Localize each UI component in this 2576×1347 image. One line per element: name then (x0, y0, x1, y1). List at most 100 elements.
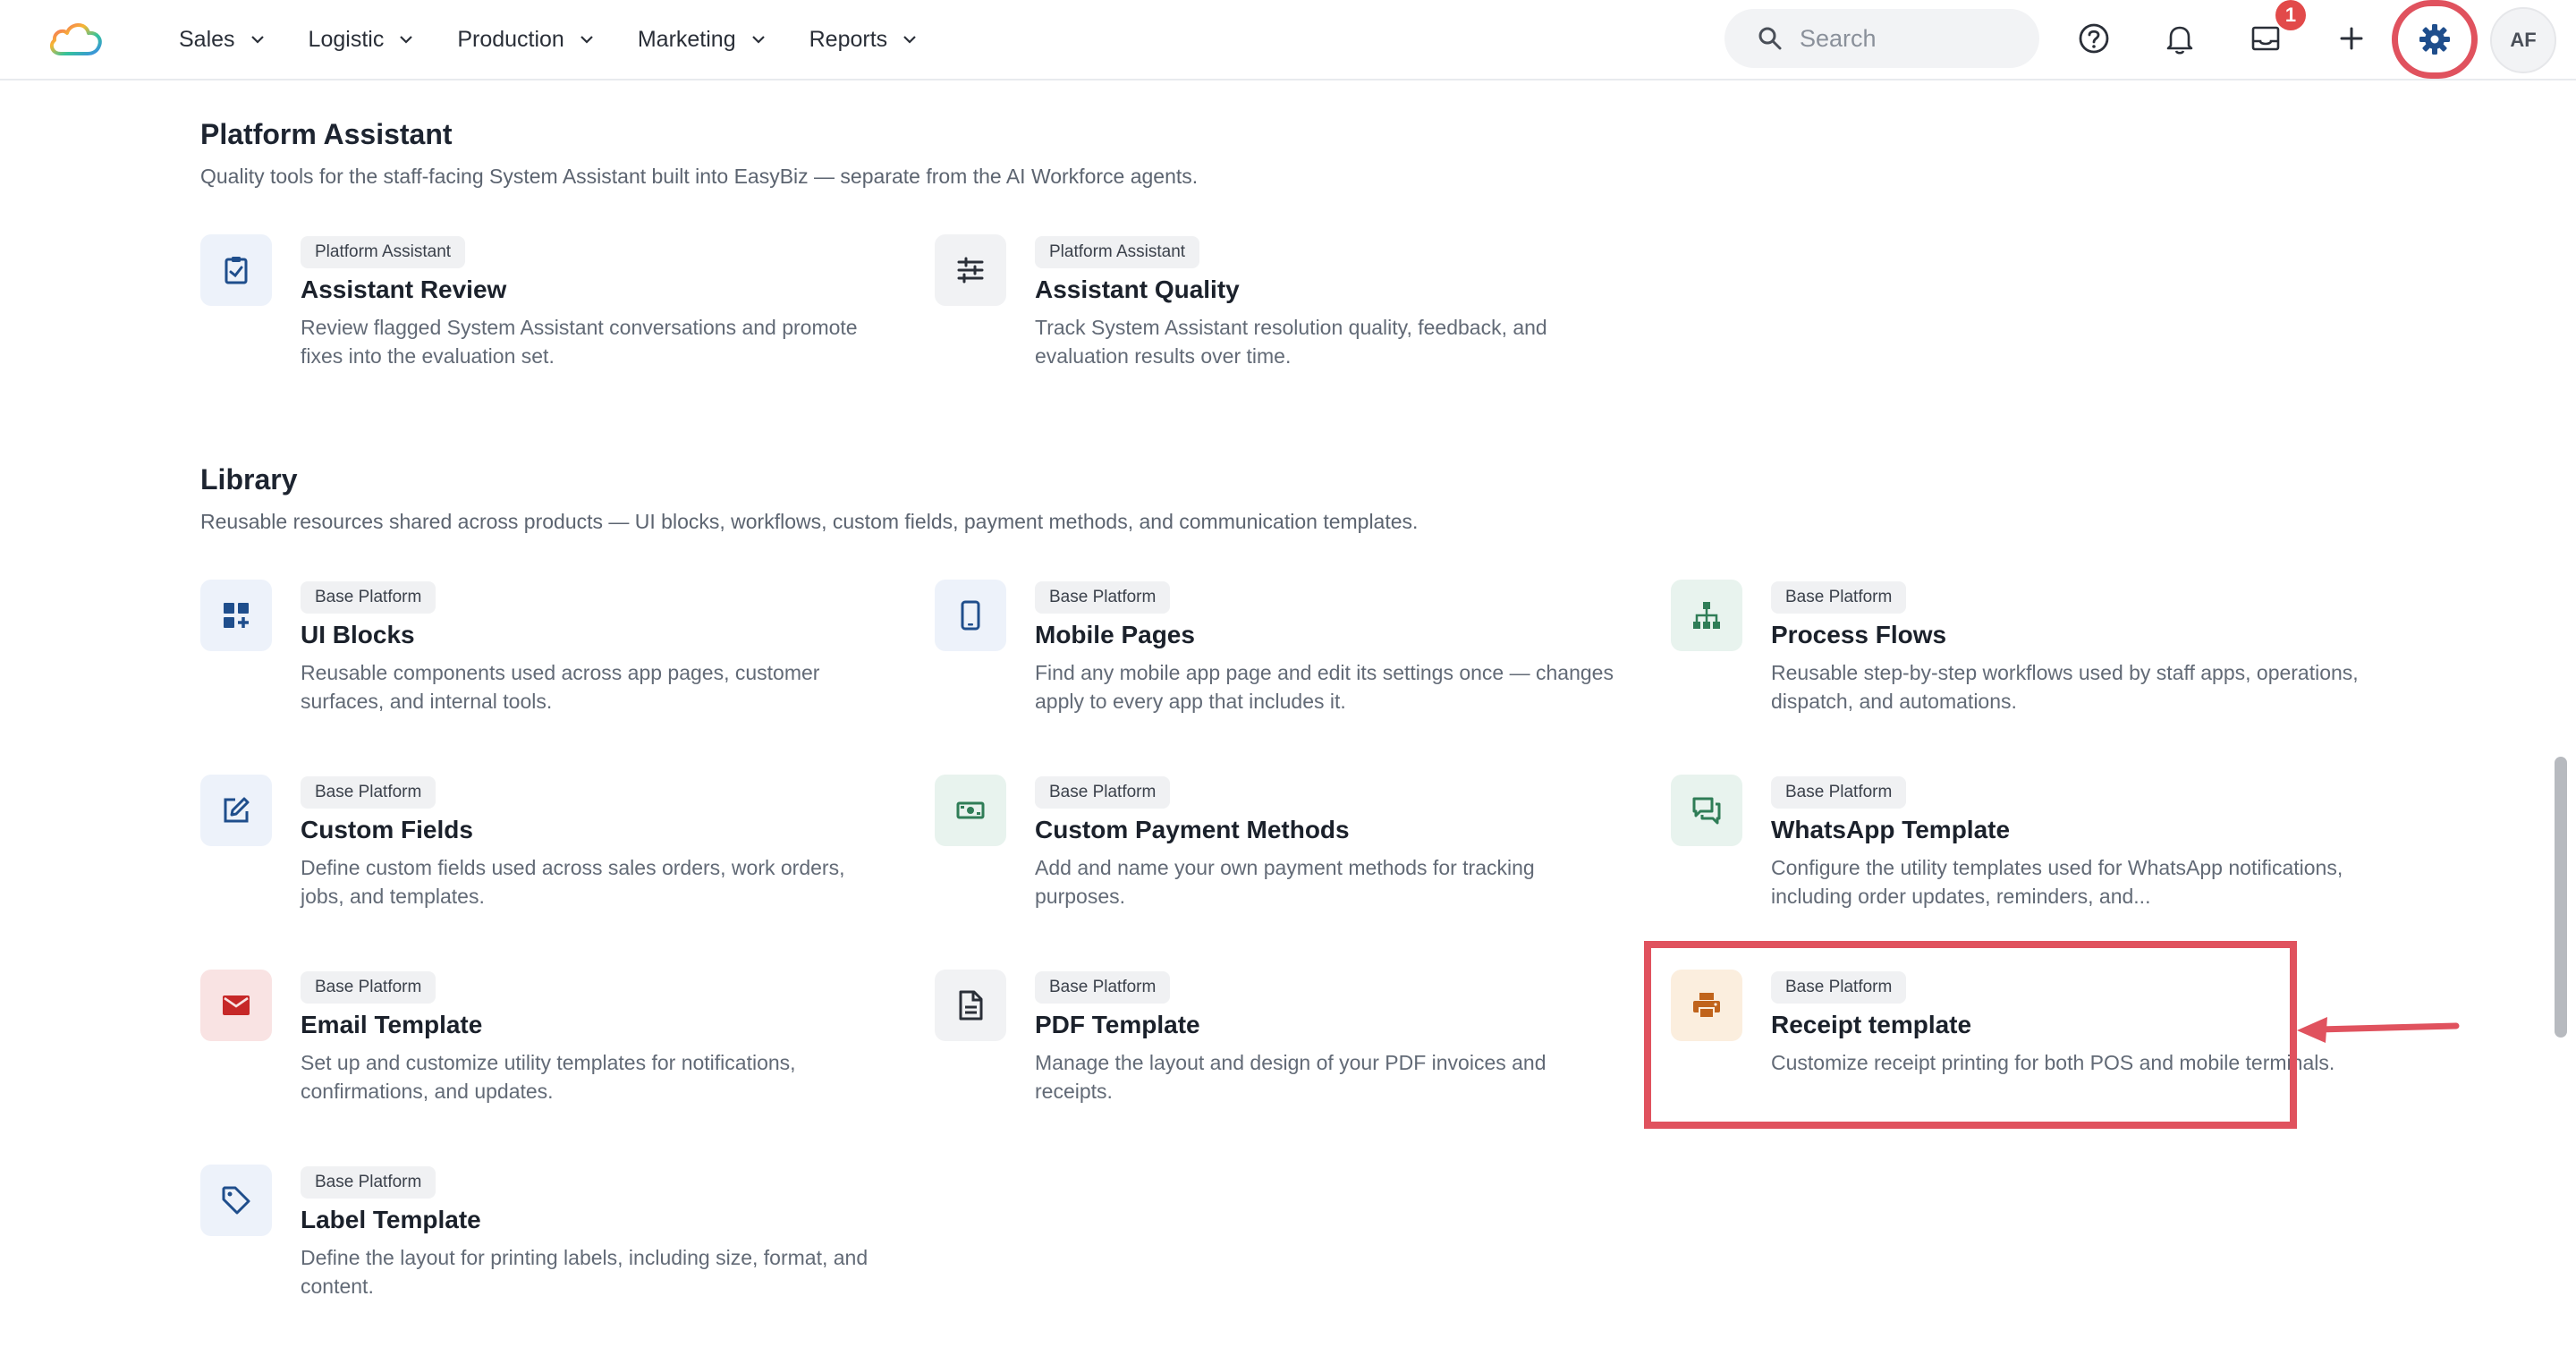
card-icon-tile (200, 775, 272, 846)
card-assistant-quality[interactable]: Platform Assistant Assistant Quality Tra… (935, 234, 1632, 377)
section-title-platform-assistant: Platform Assistant (200, 118, 453, 150)
card-title: Custom Fields (301, 816, 473, 843)
card-title: PDF Template (1035, 1011, 1200, 1038)
card-description: Add and name your own payment methods fo… (1035, 856, 1535, 908)
card-icon-tile (935, 775, 1006, 846)
card-icon-tile (200, 234, 272, 306)
settings-button[interactable] (2392, 0, 2478, 79)
card-description: Manage the layout and design of your PDF… (1035, 1051, 1546, 1103)
nav-sales-label: Sales (179, 26, 235, 52)
nav-production[interactable]: Production (457, 27, 595, 53)
card-description: Define custom fields used across sales o… (301, 856, 845, 908)
card-tag: Platform Assistant (301, 236, 466, 268)
search-box[interactable] (1724, 9, 2039, 68)
card-title: WhatsApp Template (1771, 816, 2011, 843)
nav-reports-label: Reports (809, 26, 888, 52)
chevron-down-icon (580, 36, 593, 44)
card-icon-tile (1671, 580, 1742, 651)
annotation-highlight-box (1644, 941, 2297, 1129)
section-title-library: Library (200, 463, 298, 496)
card-description: Track System Assistant resolution qualit… (1035, 316, 1547, 368)
vertical-scrollbar[interactable] (2555, 757, 2567, 1038)
card-description: Find any mobile app page and edit its se… (1035, 661, 1614, 713)
dashboard-add-icon (224, 603, 249, 628)
nav-marketing[interactable]: Marketing (638, 27, 767, 53)
app-logo[interactable] (47, 16, 106, 61)
search-input[interactable] (1800, 24, 2014, 53)
nav-marketing-label: Marketing (637, 26, 736, 52)
card-icon-tile (935, 970, 1006, 1041)
card-title: Assistant Review (301, 275, 507, 303)
banknote-icon (956, 801, 985, 819)
card-icon-tile (1671, 775, 1742, 846)
notification-count-badge: 1 (2275, 0, 2306, 30)
nav-logistic[interactable]: Logistic (309, 27, 415, 53)
nav-sales[interactable]: Sales (179, 27, 266, 53)
annotation-arrow-icon (2297, 1017, 2460, 1043)
card-tag: Base Platform (301, 1166, 436, 1199)
card-tag: Base Platform (1771, 776, 1907, 809)
card-icon-tile (935, 234, 1006, 306)
card-pdf-template[interactable]: Base Platform PDF Template Manage the la… (935, 970, 1632, 1113)
card-assistant-review[interactable]: Platform Assistant Assistant Review Revi… (200, 234, 898, 377)
card-custom-payment-methods[interactable]: Base Platform Custom Payment Methods Add… (935, 775, 1632, 918)
gear-icon (2419, 24, 2450, 55)
nav-reports[interactable]: Reports (809, 27, 919, 53)
card-process-flows[interactable]: Base Platform Process Flows Reusable ste… (1671, 580, 2368, 723)
help-button[interactable] (2073, 18, 2114, 59)
card-label-template[interactable]: Base Platform Label Template Define the … (200, 1165, 898, 1308)
tag-icon (222, 1186, 250, 1215)
card-tag: Base Platform (1771, 581, 1907, 614)
main-menu: Sales Logistic Production Marketing Repo… (179, 0, 961, 79)
card-tag: Base Platform (301, 971, 436, 1004)
card-description: Define the layout for printing labels, i… (301, 1246, 869, 1298)
card-tag: Base Platform (301, 581, 436, 614)
add-button[interactable] (2331, 18, 2372, 59)
inbox-icon (2251, 26, 2280, 51)
card-title: Custom Payment Methods (1035, 816, 1350, 843)
card-tag: Base Platform (301, 776, 436, 809)
cloud-logo-icon (49, 23, 102, 55)
edit-square-icon (224, 797, 250, 823)
card-icon-tile (935, 580, 1006, 651)
plus-icon (2340, 27, 2363, 50)
card-title: UI Blocks (301, 621, 415, 648)
mail-icon (223, 995, 250, 1015)
card-title: Label Template (301, 1206, 481, 1233)
card-whatsapp-template[interactable]: Base Platform WhatsApp Template Configur… (1671, 775, 2368, 918)
card-tag: Platform Assistant (1035, 236, 1200, 268)
card-title: Process Flows (1771, 621, 1947, 648)
search-icon (1758, 27, 1782, 50)
card-mobile-pages[interactable]: Base Platform Mobile Pages Find any mobi… (935, 580, 1632, 723)
notifications-button[interactable] (2159, 18, 2200, 59)
card-description: Reusable step-by-step workflows used by … (1771, 661, 2359, 713)
chevron-down-icon (903, 36, 916, 44)
bell-icon (2166, 26, 2193, 55)
sliders-icon (957, 257, 984, 284)
card-title: Mobile Pages (1035, 621, 1195, 648)
card-tag: Base Platform (1035, 581, 1171, 614)
chat-bubbles-icon (1692, 797, 1721, 825)
user-avatar[interactable]: AF (2490, 7, 2556, 73)
card-ui-blocks[interactable]: Base Platform UI Blocks Reusable compone… (200, 580, 898, 723)
card-title: Assistant Quality (1035, 275, 1240, 303)
card-icon-tile (200, 970, 272, 1041)
card-email-template[interactable]: Base Platform Email Template Set up and … (200, 970, 898, 1113)
card-tag: Base Platform (1035, 971, 1171, 1004)
mobile-icon (961, 600, 980, 631)
nav-production-label: Production (457, 26, 564, 52)
chevron-down-icon (751, 36, 765, 44)
clipboard-check-icon (225, 257, 248, 284)
card-icon-tile (200, 1165, 272, 1236)
card-custom-fields[interactable]: Base Platform Custom Fields Define custo… (200, 775, 898, 918)
card-title: Email Template (301, 1011, 483, 1038)
card-description: Configure the utility templates used for… (1771, 856, 2343, 908)
chevron-down-icon (400, 36, 413, 44)
card-description: Review flagged System Assistant conversa… (301, 316, 858, 368)
nav-logistic-label: Logistic (308, 26, 385, 52)
card-tag: Base Platform (1035, 776, 1171, 809)
section-description-platform-assistant: Quality tools for the staff-facing Syste… (200, 165, 1199, 188)
card-description: Set up and customize utility templates f… (301, 1051, 796, 1103)
section-description-library: Reusable resources shared across product… (200, 510, 1419, 533)
card-icon-tile (200, 580, 272, 651)
